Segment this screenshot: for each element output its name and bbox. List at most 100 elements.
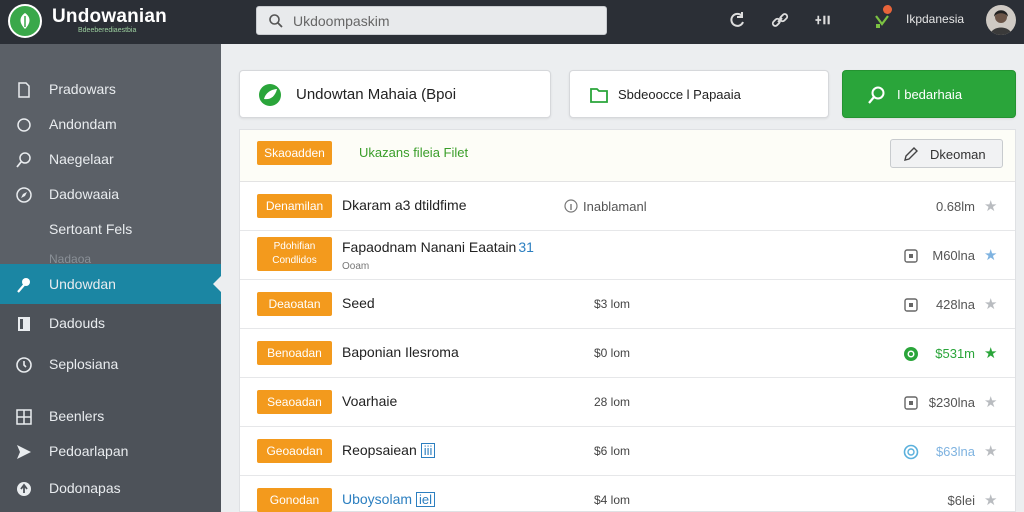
top-bar: Undowanian Bdeeberediaestbia Ikpdanesia [0,0,1024,44]
row-badge: iel [416,492,436,507]
list-header-button[interactable]: Dkeoman [890,139,1003,168]
star-icon[interactable]: ★ [984,442,997,460]
action-card-primary-label: Undowtan Mahaia (Bpoi [296,86,457,103]
search-input[interactable] [293,11,593,31]
sidebar-item-4[interactable]: Sertoant Fels [0,212,221,246]
row-badge: iii [420,443,436,458]
table-row[interactable]: Geoaodan Reopsaiean iii $6 lom $63lna ★ [240,427,1015,476]
sidebar-item-label: Dadowaaia [49,186,120,202]
notification-dot [883,5,892,14]
action-card-search-label: I bedarhaia [897,87,963,102]
row-size: $63lna [935,444,975,459]
action-card-secondary[interactable]: Sbdeoocce l Papaaia [569,70,829,118]
sidebar-item-9[interactable]: Beenlers [0,399,221,433]
table-row[interactable]: Gonodan Uboysolam iel $4 lom $6lei ★ [240,476,1015,512]
row-badge: 31 [518,239,534,255]
file-icon [18,82,30,98]
square-icon [904,396,918,410]
sidebar-item-8[interactable]: Seplosiana [0,347,221,381]
row-tag: Seaoadan [257,390,332,414]
table-row[interactable]: Denamilan Dkaram a3 dtildfime Inablamanl… [240,182,1015,231]
row-mid: 28 lom [594,395,631,409]
star-icon[interactable]: ★ [984,344,997,362]
row-sub: Ooam [342,261,370,272]
row-name-text: Uboysolam [342,491,413,507]
star-icon[interactable]: ★ [984,246,997,264]
grid-icon [16,409,32,425]
row-mid: Inablamanl [583,199,647,214]
app-title: Undowanian [52,6,167,27]
sidebar-item-label: Pedoarlapan [49,443,129,459]
upload-icon [17,482,31,496]
table-row[interactable]: Benoadan Baponian Ilesroma $0 lom $531m … [240,329,1015,378]
file-list-panel: Skaoadden Ukazans fileia Filet Dkeoman D… [239,129,1016,512]
square-icon [904,298,918,312]
sidebar-item-label: Sertoant Fels [49,221,133,237]
row-tag: Geoaodan [257,439,332,463]
sidebar-item-label: Nadaoa [49,252,92,264]
row-size: 0.68lm [935,199,975,214]
action-card-secondary-label: Sbdeoocce l Papaaia [618,87,741,102]
row-size: $6lei [947,493,975,508]
sidebar-item-label: Naegelaar [49,151,114,167]
square-icon [904,249,918,263]
app-logo[interactable] [8,4,42,38]
send-icon [17,445,31,459]
row-mid: $0 lom [594,346,631,360]
search-icon [16,152,31,168]
row-name: Reopsaiean iii [342,442,436,458]
clock-icon [16,357,32,373]
header-tag: Skaoadden [257,141,332,165]
sidebar-item-label: Beenlers [49,408,105,424]
row-tag: Denamilan [257,194,332,218]
sidebar: Pradowars Andondam Naegelaar Dadowaaia S… [0,44,221,512]
link-icon[interactable] [770,10,790,30]
circle-icon [903,444,919,460]
row-name: Voarhaie [342,393,398,409]
row-mid: $4 lom [594,493,631,507]
sidebar-item-7[interactable]: Dadouds [0,306,221,340]
action-card-search-button[interactable]: I bedarhaia [842,70,1016,118]
star-icon[interactable]: ★ [984,295,997,313]
row-mid: $6 lom [594,444,631,458]
star-icon[interactable]: ★ [984,197,997,215]
row-tag: Gonodan [257,488,332,512]
search-icon [868,86,885,104]
search-box[interactable] [256,6,607,35]
sidebar-item-label: Seplosiana [49,356,119,372]
app-subtitle: Bdeeberediaestbia [78,27,137,34]
sidebar-item-label: Pradowars [49,81,116,97]
star-icon[interactable]: ★ [984,393,997,411]
sidebar-item-1[interactable]: Andondam [0,107,221,141]
action-card-primary[interactable]: Undowtan Mahaia (Bpoi [239,70,551,118]
sidebar-item-label: Andondam [49,116,117,132]
sidebar-item-10[interactable]: Pedoarlapan [0,434,221,468]
row-name-text: Fapaodnam Nanani Eaatain [342,239,517,255]
sidebar-item-2[interactable]: Naegelaar [0,142,221,176]
sidebar-item-5[interactable]: Nadaoa [0,250,221,264]
table-row[interactable]: Seaoadan Voarhaie 28 lom $230lna ★ [240,378,1015,427]
row-tag: Pdohifian Condlidos [257,237,332,271]
tools-icon[interactable] [814,10,834,30]
sidebar-item-label: Undowdan [49,276,116,292]
sidebar-item-6-active[interactable]: Undowdan [0,264,221,304]
table-row[interactable]: Pdohifian Condlidos Fapaodnam Nanani Eaa… [240,231,1015,280]
sidebar-item-3[interactable]: Dadowaaia [0,177,221,211]
row-name: Uboysolam iel [342,491,436,507]
user-avatar-icon [990,10,1012,35]
row-size: $531m [935,346,975,361]
row-size: $230lna [928,395,975,410]
row-size: 428lna [935,297,975,312]
refresh-icon[interactable] [727,10,747,30]
avatar[interactable] [986,5,1016,35]
list-title: Ukazans fileia Filet [359,145,469,160]
row-size: M60lna [932,248,975,263]
sidebar-item-11[interactable]: Dodonapas [0,471,221,505]
row-mid: $3 lom [594,297,631,311]
star-icon[interactable]: ★ [984,491,997,509]
table-row[interactable]: Deaoatan Seed $3 lom 428lna ★ [240,280,1015,329]
row-name: Baponian Ilesroma [342,344,459,360]
check-circle-icon [904,347,918,361]
sidebar-item-0[interactable]: Pradowars [0,72,221,106]
user-name[interactable]: Ikpdanesia [906,12,964,26]
